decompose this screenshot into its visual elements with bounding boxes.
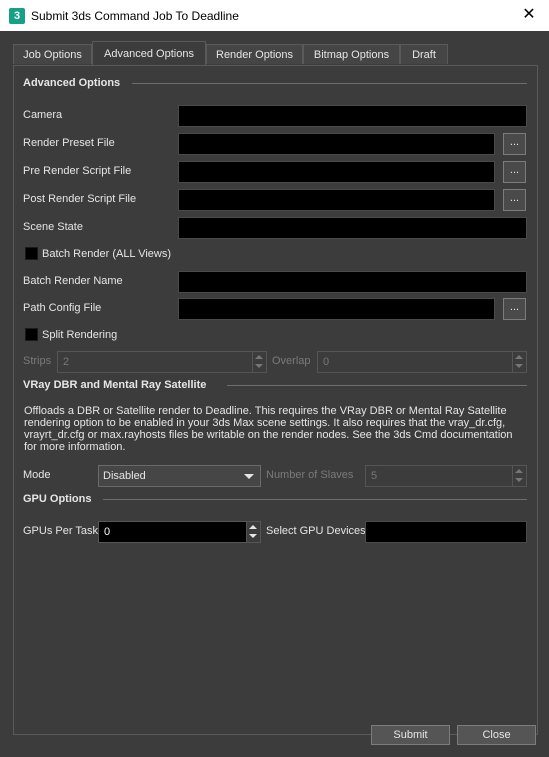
camera-field[interactable]: [178, 105, 527, 127]
3ds-app-icon: 3: [9, 8, 25, 24]
tab-advanced-options[interactable]: Advanced Options: [92, 41, 206, 65]
pre-render-script-label: Pre Render Script File: [23, 165, 132, 177]
strips-value: 2: [63, 356, 70, 368]
render-preset-label: Render Preset File: [23, 137, 115, 149]
strips-spin-arrows[interactable]: [252, 352, 266, 372]
overlap-value: 0: [323, 356, 330, 368]
spin-down-icon[interactable]: [255, 364, 263, 368]
post-render-script-label: Post Render Script File: [23, 193, 137, 205]
strips-spinbox[interactable]: 2: [57, 351, 267, 373]
select-gpu-devices-label: Select GPU Devices: [266, 525, 366, 537]
spin-up-icon[interactable]: [515, 469, 523, 473]
path-config-field[interactable]: [178, 298, 495, 320]
slaves-spin-arrows[interactable]: [512, 466, 526, 486]
post-render-script-browse-button[interactable]: ...: [503, 189, 526, 211]
overlap-spin-arrows[interactable]: [512, 352, 526, 372]
spin-up-icon[interactable]: [255, 355, 263, 359]
advanced-options-heading: Advanced Options: [23, 77, 121, 89]
scene-state-field[interactable]: [178, 217, 527, 239]
submit-button[interactable]: Submit: [371, 725, 450, 745]
mode-value: Disabled: [103, 470, 146, 482]
close-button[interactable]: Close: [457, 725, 536, 745]
pre-render-script-browse-button[interactable]: ...: [503, 161, 526, 183]
overlap-spinbox[interactable]: 0: [317, 351, 527, 373]
camera-label: Camera: [23, 109, 63, 121]
section-divider: [103, 499, 527, 500]
split-rendering-label[interactable]: Split Rendering: [42, 329, 117, 341]
title-bar: 3 Submit 3ds Command Job To Deadline ✕: [0, 0, 549, 31]
gpus-per-task-label: GPUs Per Task: [23, 525, 98, 537]
render-preset-browse-button[interactable]: ...: [503, 133, 526, 155]
post-render-script-field[interactable]: [178, 189, 495, 211]
select-gpu-devices-field[interactable]: [365, 521, 527, 543]
spin-down-icon[interactable]: [515, 364, 523, 368]
path-config-label: Path Config File: [23, 302, 102, 314]
tab-bitmap-options[interactable]: Bitmap Options: [303, 44, 400, 64]
spin-down-icon[interactable]: [515, 478, 523, 482]
tab-render-options[interactable]: Render Options: [206, 44, 303, 64]
scene-state-label: Scene State: [23, 221, 83, 233]
vray-dbr-heading: VRay DBR and Mental Ray Satellite: [23, 379, 207, 391]
spin-up-icon[interactable]: [515, 355, 523, 359]
section-divider: [132, 83, 527, 84]
tab-job-options[interactable]: Job Options: [13, 44, 92, 64]
split-rendering-checkbox[interactable]: [25, 328, 38, 341]
section-divider: [227, 385, 527, 386]
spin-down-icon[interactable]: [249, 534, 257, 538]
batch-render-label[interactable]: Batch Render (ALL Views): [42, 248, 171, 260]
pre-render-script-field[interactable]: [178, 161, 495, 183]
number-of-slaves-label: Number of Slaves: [266, 469, 354, 481]
window-body: Job Options Advanced Options Render Opti…: [1, 31, 548, 756]
strips-label: Strips: [23, 355, 52, 367]
mode-label: Mode: [23, 469, 51, 481]
advanced-options-panel: Advanced Options Camera Render Preset Fi…: [13, 65, 538, 735]
spin-up-icon[interactable]: [249, 525, 257, 529]
number-of-slaves-value: 5: [371, 470, 378, 482]
chevron-down-icon: [244, 474, 254, 479]
gpu-spin-arrows[interactable]: [246, 522, 260, 542]
gpus-per-task-value: 0: [104, 526, 111, 538]
batch-render-name-field[interactable]: [178, 271, 527, 293]
render-preset-field[interactable]: [178, 133, 495, 155]
number-of-slaves-spinbox[interactable]: 5: [365, 465, 527, 487]
tab-draft[interactable]: Draft: [400, 44, 448, 64]
path-config-browse-button[interactable]: ...: [503, 298, 526, 320]
overlap-label: Overlap: [272, 355, 311, 367]
vray-description: Offloads a DBR or Satellite render to De…: [24, 405, 513, 453]
window-title: Submit 3ds Command Job To Deadline: [31, 9, 239, 23]
gpus-per-task-spinbox[interactable]: 0: [98, 521, 261, 543]
batch-render-checkbox[interactable]: [25, 247, 38, 260]
gpu-options-heading: GPU Options: [23, 493, 92, 505]
close-window-icon[interactable]: ✕: [519, 5, 539, 25]
mode-dropdown[interactable]: Disabled: [98, 465, 261, 487]
batch-render-name-label: Batch Render Name: [23, 275, 123, 287]
